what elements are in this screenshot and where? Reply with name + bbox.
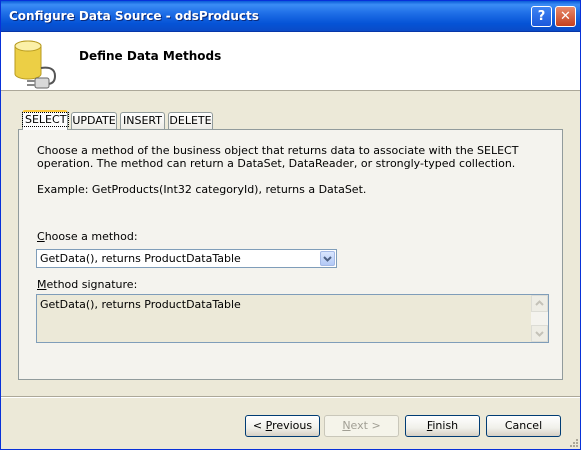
next-rest: ext > <box>350 419 381 432</box>
tab-update[interactable]: UPDATE <box>71 112 117 129</box>
database-plug-icon <box>14 40 57 89</box>
scroll-up-button[interactable] <box>531 295 548 312</box>
previous-button[interactable]: < Previous <box>245 415 320 437</box>
method-example: Example: GetProducts(Int32 categoryId), … <box>37 183 367 196</box>
tab-insert[interactable]: INSERT <box>120 112 165 129</box>
method-signature-box[interactable]: GetData(), returns ProductDataTable <box>36 294 549 343</box>
method-select[interactable]: GetData(), returns ProductDataTable <box>36 249 337 268</box>
arrow-down-icon <box>535 331 544 337</box>
tab-panel-select: Choose a method of the business object t… <box>18 129 563 380</box>
arrow-up-icon <box>535 300 544 306</box>
method-select-value: GetData(), returns ProductDataTable <box>40 252 241 265</box>
choose-method-label-rest: hoose a method: <box>44 230 138 243</box>
cancel-button[interactable]: Cancel <box>486 415 561 437</box>
previous-rest: revious <box>272 419 313 432</box>
previous-prefix: < <box>252 419 266 432</box>
vertical-scrollbar[interactable] <box>531 295 548 342</box>
method-signature-label: Method signature: <box>37 278 137 291</box>
method-signature-label-rest: ethod signature: <box>46 278 138 291</box>
scroll-down-button[interactable] <box>531 325 548 342</box>
configure-data-source-dialog: Configure Data Source - odsProducts ? ✕ … <box>0 0 581 450</box>
dropdown-button[interactable] <box>320 251 335 266</box>
title-bar[interactable]: Configure Data Source - odsProducts ? ✕ <box>1 1 580 32</box>
method-signature-value: GetData(), returns ProductDataTable <box>40 298 241 311</box>
chevron-down-icon <box>323 256 332 262</box>
tab-select[interactable]: SELECT <box>21 110 70 130</box>
help-button[interactable]: ? <box>531 6 552 27</box>
close-button[interactable]: ✕ <box>555 6 576 27</box>
choose-method-accel: C <box>37 230 45 243</box>
method-description: Choose a method of the business object t… <box>37 144 519 170</box>
finish-rest: inish <box>432 419 459 432</box>
tab-select-label: SELECT <box>21 112 70 127</box>
method-signature-accel: M <box>37 278 47 291</box>
footer-divider <box>1 396 580 398</box>
page-title: Define Data Methods <box>79 49 222 63</box>
window-title: Configure Data Source - odsProducts <box>9 9 259 23</box>
finish-button[interactable]: Finish <box>405 415 480 437</box>
choose-method-label: Choose a method: <box>37 230 138 243</box>
next-accel: N <box>342 419 351 432</box>
wizard-header: Define Data Methods <box>1 32 580 91</box>
next-button[interactable]: Next > <box>324 415 399 437</box>
tab-delete[interactable]: DELETE <box>168 112 213 129</box>
resize-grip-icon[interactable] <box>568 437 578 447</box>
